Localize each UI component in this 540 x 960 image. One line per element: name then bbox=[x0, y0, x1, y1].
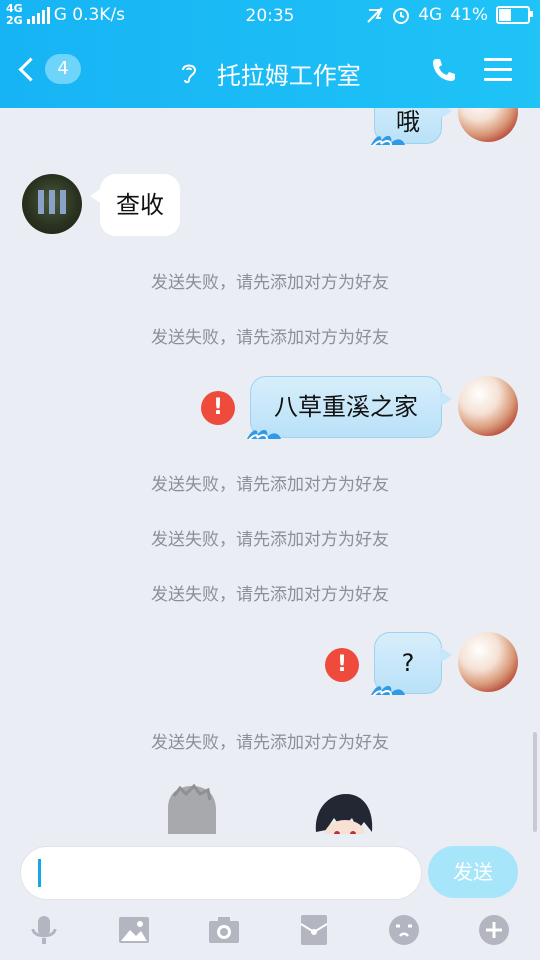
red-packet-icon[interactable] bbox=[296, 912, 332, 948]
avatar-self[interactable] bbox=[458, 376, 518, 436]
battery-icon bbox=[496, 6, 533, 24]
system-notice: 发送失败，请先添加对方为好友 bbox=[151, 273, 389, 293]
emoji-icon[interactable] bbox=[386, 912, 422, 948]
status-bar: 4G 2G G 0.3K/s 20:35 4G 41% bbox=[0, 0, 540, 34]
avatar-contact[interactable] bbox=[22, 174, 82, 234]
system-notice: 发送失败，请先添加对方为好友 bbox=[151, 585, 389, 605]
mute-icon bbox=[367, 7, 383, 23]
scrollbar[interactable] bbox=[533, 732, 537, 832]
wave-decoration-icon bbox=[371, 135, 405, 147]
menu-icon[interactable] bbox=[484, 58, 512, 82]
outgoing-bubble-partial[interactable]: 哦 bbox=[371, 108, 452, 147]
battery-fill bbox=[499, 9, 512, 21]
incoming-bubble[interactable]: 查收 bbox=[90, 174, 180, 236]
wave-decoration-icon bbox=[247, 429, 281, 441]
wave-decoration-icon bbox=[371, 685, 405, 697]
sticker-character bbox=[315, 794, 373, 834]
system-notice: 发送失败，请先添加对方为好友 bbox=[151, 733, 389, 753]
message-text: ? bbox=[401, 649, 415, 677]
message-text: 查收 bbox=[116, 191, 164, 219]
send-button[interactable]: 发送 bbox=[428, 846, 518, 898]
avatar-self[interactable] bbox=[458, 632, 518, 692]
camera-icon[interactable] bbox=[206, 912, 242, 948]
sticker-silhouette bbox=[168, 784, 216, 834]
outgoing-bubble[interactable]: ? bbox=[371, 632, 452, 697]
image-icon[interactable] bbox=[116, 912, 152, 948]
chat-header: 4 托拉姆工作室 bbox=[0, 34, 540, 108]
microphone-icon[interactable] bbox=[26, 912, 62, 948]
input-bar: 发送 bbox=[0, 834, 540, 960]
phone-icon[interactable] bbox=[430, 56, 458, 84]
system-notice: 发送失败，请先添加对方为好友 bbox=[151, 328, 389, 348]
system-notice: 发送失败，请先添加对方为好友 bbox=[151, 475, 389, 495]
message-input[interactable] bbox=[20, 846, 422, 900]
send-failed-icon[interactable]: ! bbox=[201, 391, 235, 425]
message-text: 八草重溪之家 bbox=[274, 393, 418, 421]
earpiece-icon bbox=[182, 64, 197, 84]
battery-percent: 41% bbox=[450, 5, 488, 25]
avatar-self[interactable] bbox=[458, 108, 518, 142]
chat-title: 托拉姆工作室 bbox=[0, 56, 540, 91]
send-failed-icon[interactable]: ! bbox=[325, 648, 359, 682]
plus-icon[interactable] bbox=[476, 912, 512, 948]
chat-title-text: 托拉姆工作室 bbox=[216, 62, 361, 90]
message-list[interactable]: 哦 查收 发送失败，请先添加对方为好友 发送失败，请先添加对方为好友 ! 八草重… bbox=[0, 108, 540, 834]
text-cursor bbox=[38, 859, 41, 887]
outgoing-bubble[interactable]: 八草重溪之家 bbox=[247, 376, 452, 441]
system-notice: 发送失败，请先添加对方为好友 bbox=[151, 530, 389, 550]
alarm-icon bbox=[393, 8, 410, 24]
status-right: 4G 41% bbox=[366, 5, 533, 25]
network-type-right: 4G bbox=[418, 5, 443, 25]
